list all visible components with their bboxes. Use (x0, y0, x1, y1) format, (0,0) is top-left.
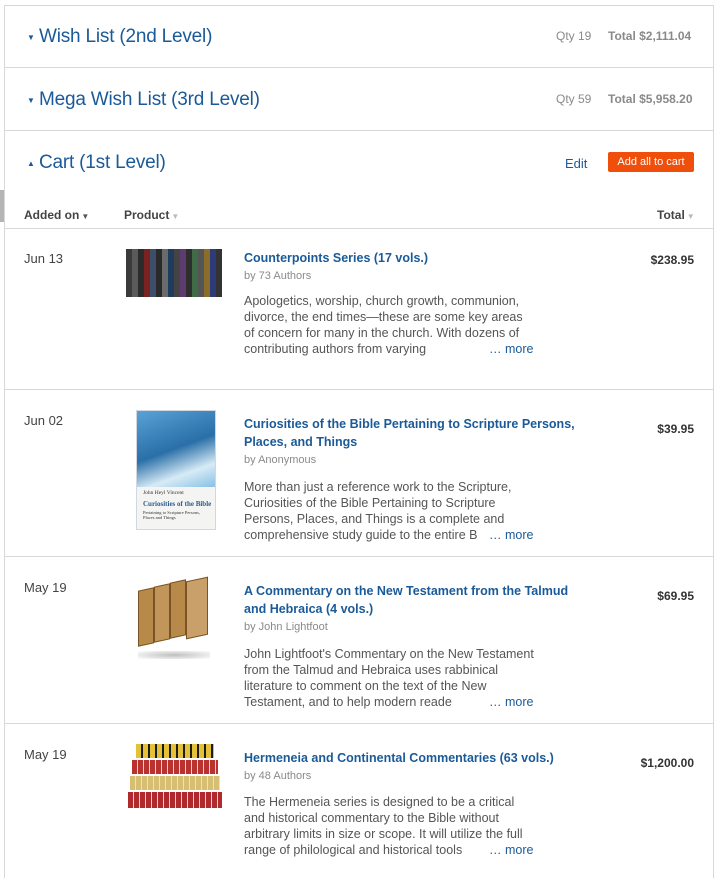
sort-column-indicator (0, 190, 4, 222)
cart-row: May 19 A Commentary on the New Testament… (5, 557, 713, 724)
column-total[interactable]: Total ▼ (657, 208, 695, 222)
more-link[interactable]: … more (489, 527, 549, 543)
column-product-label: Product (124, 208, 170, 222)
product-title[interactable]: Counterpoints Series (17 vols.) (244, 249, 584, 267)
product-image[interactable]: John Heyl Vincent Curiosities of the Bib… (136, 410, 216, 530)
cover-subtitle: Pertaining to Scripture Persons, Places … (143, 510, 200, 520)
add-all-to-cart-button[interactable]: Add all to cart (608, 152, 694, 172)
mega-wish-list-section: ▼ Mega Wish List (3rd Level) Qty 59 Tota… (5, 68, 713, 131)
product-price: $39.95 (657, 422, 694, 436)
more-link[interactable]: … more (489, 341, 549, 357)
sort-caret-icon: ▼ (686, 212, 695, 221)
more-link-label: … more (489, 695, 534, 709)
added-date: Jun 02 (24, 413, 64, 428)
wish-list-section: ▼ Wish List (2nd Level) Qty 19 Total $2,… (5, 6, 713, 68)
product-author: by 73 Authors (244, 270, 312, 282)
product-title[interactable]: Curiosities of the Bible Pertaining to S… (244, 415, 584, 451)
product-image[interactable] (126, 249, 222, 297)
added-date: May 19 (24, 580, 67, 595)
added-date: May 19 (24, 747, 67, 762)
column-added-on[interactable]: Added on ▼ (24, 208, 89, 222)
cart-row: May 19 Hermeneia and Continental Comment… (5, 724, 713, 878)
description-text: The Hermeneia series is designed to be a… (244, 795, 523, 857)
edit-link[interactable]: Edit (565, 156, 587, 171)
more-link[interactable]: … more (489, 694, 549, 710)
product-title[interactable]: A Commentary on the New Testament from t… (244, 582, 584, 618)
product-author: by John Lightfoot (244, 621, 328, 633)
product-title[interactable]: Hermeneia and Continental Commentaries (… (244, 749, 584, 767)
mega-wish-list-title: Mega Wish List (3rd Level) (39, 89, 260, 110)
product-price: $238.95 (650, 253, 694, 267)
cart-panel: ▼ Wish List (2nd Level) Qty 19 Total $2,… (4, 5, 714, 878)
sort-down-icon: ▼ (81, 212, 90, 221)
collapsed-caret-icon: ▼ (27, 95, 35, 105)
cart-toggle[interactable]: ▲ Cart (1st Level) (27, 152, 166, 174)
product-price: $69.95 (657, 589, 694, 603)
more-link-label: … more (489, 342, 534, 356)
more-link[interactable]: … more (489, 842, 549, 858)
cart-row: Jun 13 Counterpoints Series (17 vols.) b… (5, 229, 713, 390)
mega-wish-list-total: Total $5,958.20 (608, 92, 693, 106)
wish-list-title: Wish List (2nd Level) (39, 26, 213, 47)
product-price: $1,200.00 (640, 756, 694, 770)
description-text: More than just a reference work to the S… (244, 480, 512, 542)
mega-wish-list-toggle[interactable]: ▼ Mega Wish List (3rd Level) (27, 89, 260, 111)
product-image[interactable] (128, 744, 222, 810)
wish-list-toggle[interactable]: ▼ Wish List (2nd Level) (27, 26, 212, 48)
cover-author: John Heyl Vincent (143, 490, 184, 496)
added-date: Jun 13 (24, 251, 64, 266)
wish-list-total: Total $2,111.04 (608, 29, 692, 43)
more-link-label: … more (489, 528, 534, 542)
column-total-label: Total (657, 208, 685, 222)
cart-row: Jun 02 John Heyl Vincent Curiosities of … (5, 390, 713, 557)
product-image[interactable] (132, 576, 218, 663)
wish-list-qty: Qty 19 (556, 29, 592, 43)
product-author: by 48 Authors (244, 770, 312, 782)
cart-title: Cart (1st Level) (39, 152, 166, 173)
expanded-caret-icon: ▲ (27, 158, 35, 168)
cover-title: Curiosities of the Bible (143, 500, 212, 508)
description-text: Apologetics, worship, church growth, com… (244, 294, 523, 356)
mega-wish-list-qty: Qty 59 (556, 92, 592, 106)
product-author: by Anonymous (244, 454, 317, 466)
column-added-on-label: Added on (24, 208, 80, 222)
collapsed-caret-icon: ▼ (27, 32, 35, 42)
column-product[interactable]: Product ▼ (124, 208, 179, 222)
more-link-label: … more (489, 843, 534, 857)
sort-caret-icon: ▼ (171, 212, 180, 221)
